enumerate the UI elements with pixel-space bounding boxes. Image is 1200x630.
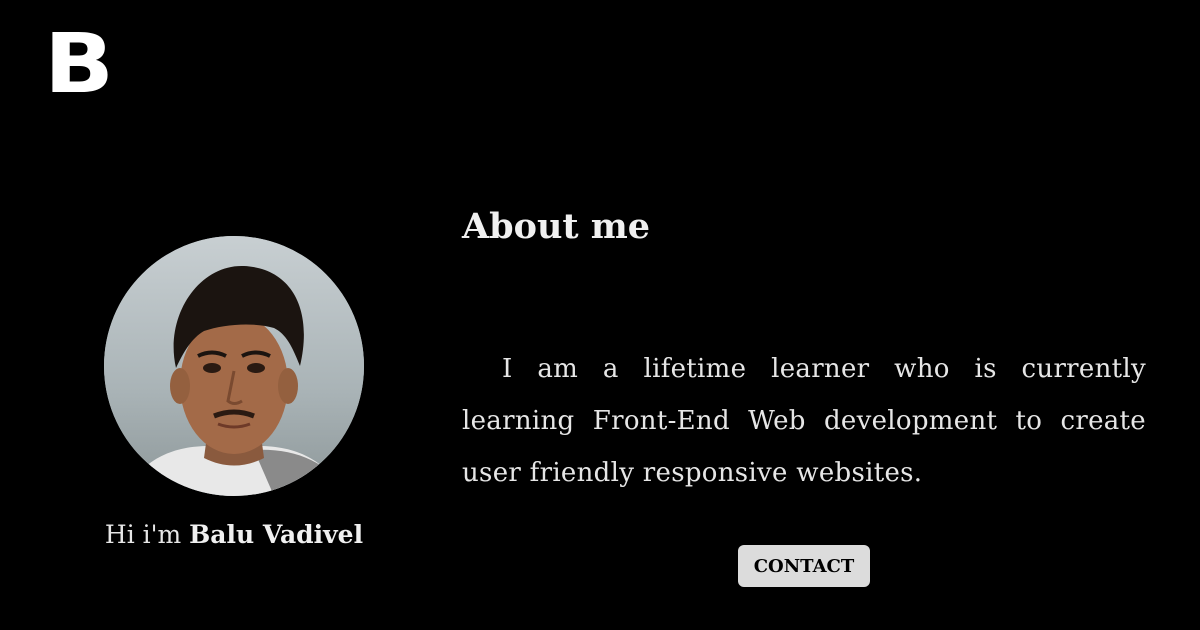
greeting-prefix: Hi i'm	[104, 520, 190, 549]
avatar-photo	[104, 236, 364, 496]
page: B Hi i'm Balu Vadivel About me I am a li…	[0, 0, 1200, 630]
about-description: I am a lifetime learner who is currently…	[462, 354, 1146, 488]
about-title: About me	[462, 206, 651, 247]
contact-button[interactable]: CONTACT	[738, 545, 870, 587]
greeting: Hi i'm Balu Vadivel	[80, 520, 388, 549]
profile-name: Balu Vadivel	[189, 520, 364, 549]
site-logo[interactable]: B	[44, 24, 114, 106]
profile-card: Hi i'm Balu Vadivel	[80, 236, 388, 549]
avatar	[104, 236, 364, 496]
